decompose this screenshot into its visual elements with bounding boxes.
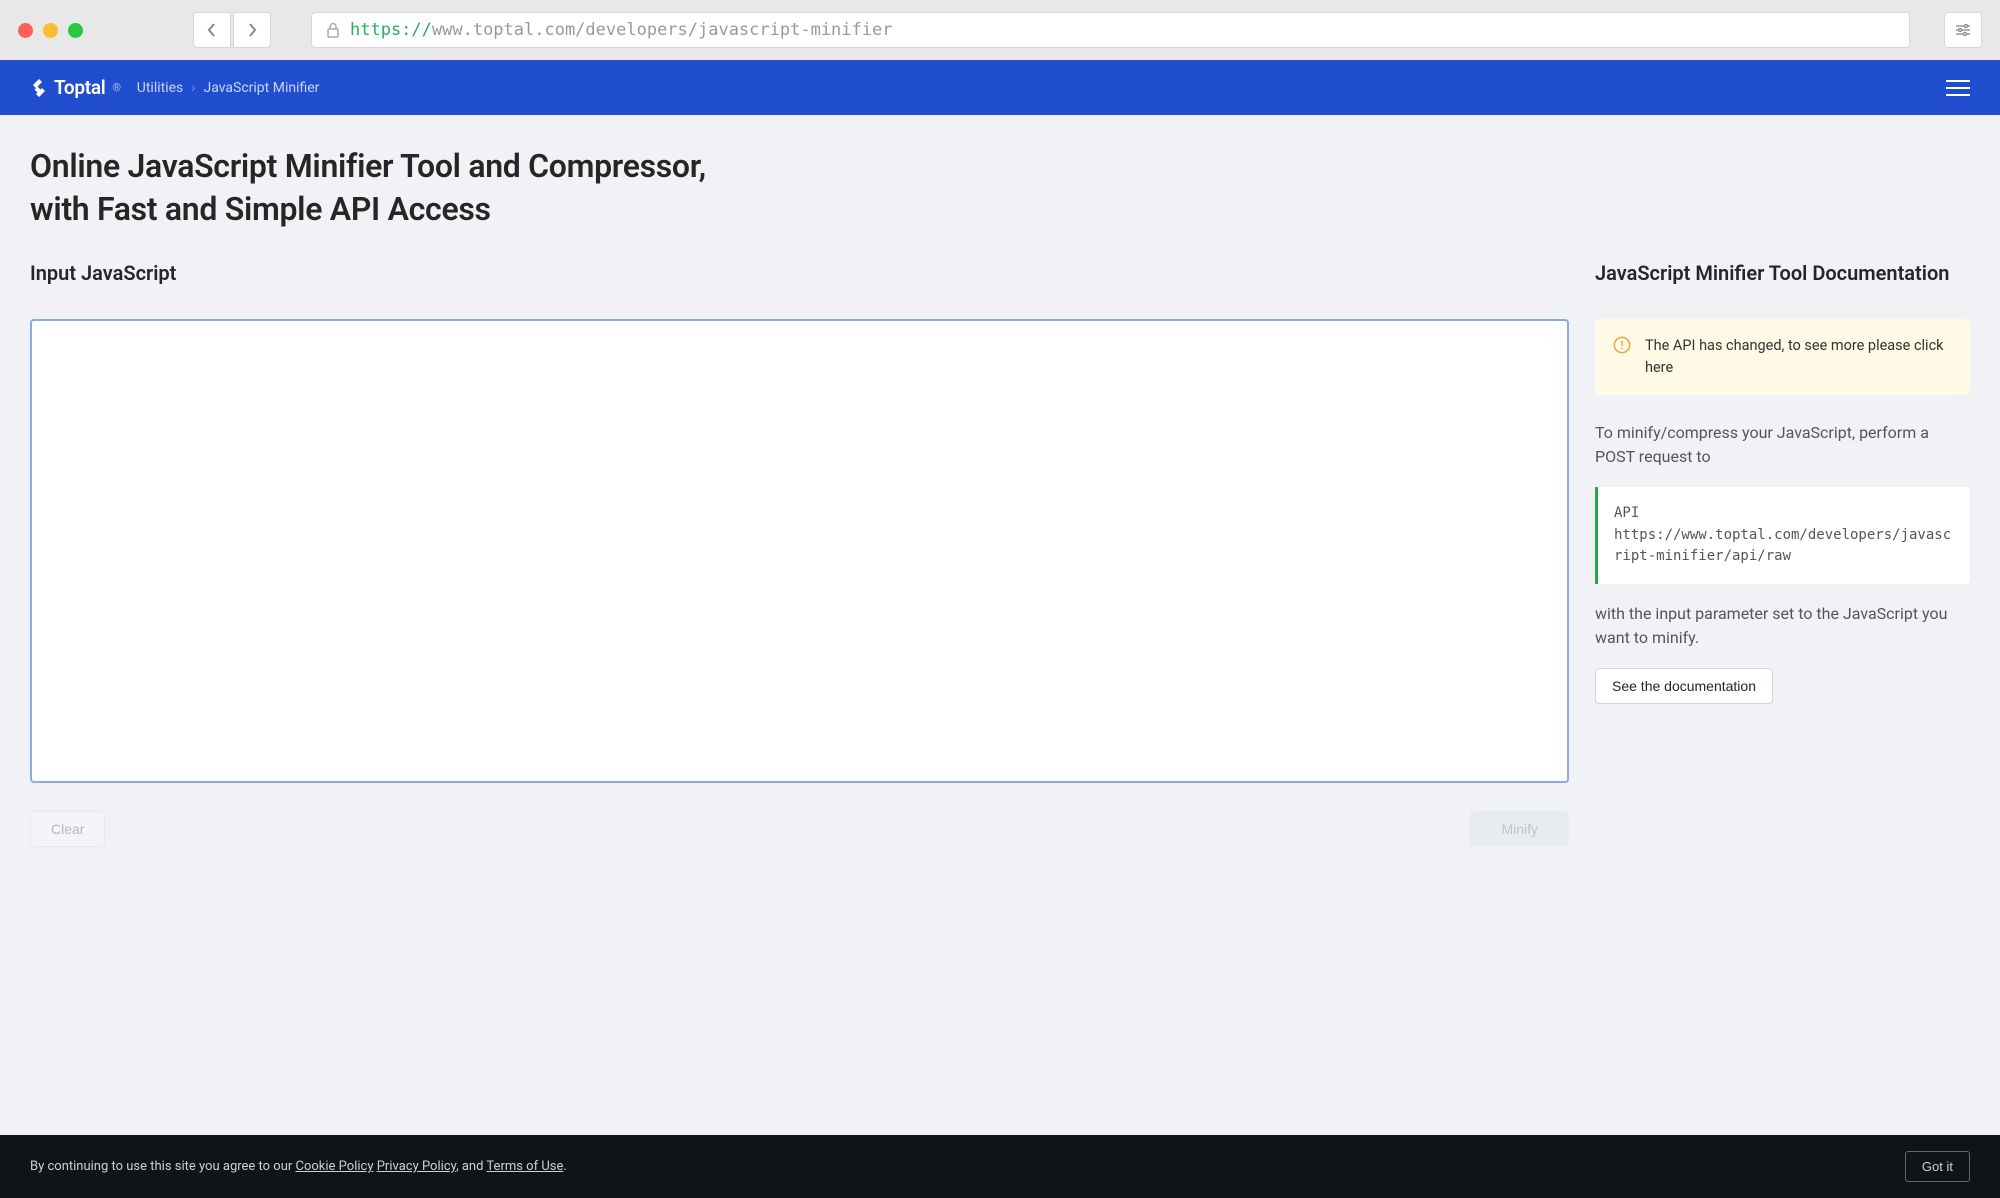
- api-endpoint-block: API https://www.toptal.com/developers/ja…: [1595, 487, 1970, 584]
- terms-of-use-link[interactable]: Terms of Use: [486, 1159, 563, 1174]
- toptal-logo-icon: [30, 79, 48, 97]
- api-label: API: [1614, 503, 1954, 525]
- minimize-window-button[interactable]: [43, 23, 58, 38]
- minify-button[interactable]: Minify: [1470, 811, 1569, 847]
- clear-button[interactable]: Clear: [30, 811, 105, 847]
- cookie-text: By continuing to use this site you agree…: [30, 1159, 567, 1174]
- see-documentation-button[interactable]: See the documentation: [1595, 668, 1773, 704]
- sliders-icon: [1955, 23, 1971, 37]
- browser-settings-button[interactable]: [1944, 12, 1982, 48]
- chevron-left-icon: [207, 22, 217, 38]
- documentation-heading: JavaScript Minifier Tool Documentation: [1595, 261, 1970, 285]
- breadcrumb-current: JavaScript Minifier: [203, 80, 319, 96]
- warning-icon: [1613, 336, 1631, 354]
- site-header: Toptal® Utilities › JavaScript Minifier: [0, 60, 2000, 115]
- javascript-input[interactable]: [30, 319, 1569, 783]
- cookie-bar: By continuing to use this site you agree…: [0, 1135, 2000, 1198]
- breadcrumb: Utilities › JavaScript Minifier: [137, 80, 320, 96]
- logo[interactable]: Toptal®: [30, 76, 121, 99]
- url-path: www.toptal.com/developers/javascript-min…: [432, 20, 893, 40]
- lock-icon: [326, 22, 340, 38]
- nav-buttons: [193, 12, 271, 48]
- cookie-accept-button[interactable]: Got it: [1905, 1151, 1970, 1182]
- back-button[interactable]: [193, 12, 231, 48]
- cookie-policy-link[interactable]: Cookie Policy: [296, 1159, 374, 1174]
- forward-button[interactable]: [233, 12, 271, 48]
- doc-paragraph-1: To minify/compress your JavaScript, perf…: [1595, 421, 1970, 469]
- url-protocol: https://: [350, 20, 432, 40]
- url-bar[interactable]: https://www.toptal.com/developers/javasc…: [311, 12, 1910, 48]
- browser-chrome: https://www.toptal.com/developers/javasc…: [0, 0, 2000, 60]
- notice-text: The API has changed, to see more please …: [1645, 335, 1952, 379]
- page-title: Online JavaScript Minifier Tool and Comp…: [30, 145, 710, 231]
- logo-text: Toptal: [54, 76, 105, 99]
- chevron-right-icon: ›: [191, 80, 195, 96]
- chevron-right-icon: [247, 22, 257, 38]
- api-change-notice: The API has changed, to see more please …: [1595, 319, 1970, 395]
- menu-button[interactable]: [1946, 75, 1970, 101]
- notice-link[interactable]: here: [1645, 359, 1673, 376]
- privacy-policy-link[interactable]: Privacy Policy: [377, 1159, 456, 1174]
- api-url: https://www.toptal.com/developers/javasc…: [1614, 525, 1954, 568]
- breadcrumb-utilities[interactable]: Utilities: [137, 80, 184, 96]
- hamburger-icon: [1946, 80, 1970, 82]
- doc-paragraph-2: with the input parameter set to the Java…: [1595, 602, 1970, 650]
- traffic-lights: [18, 23, 83, 38]
- maximize-window-button[interactable]: [68, 23, 83, 38]
- close-window-button[interactable]: [18, 23, 33, 38]
- input-heading: Input JavaScript: [30, 261, 1569, 285]
